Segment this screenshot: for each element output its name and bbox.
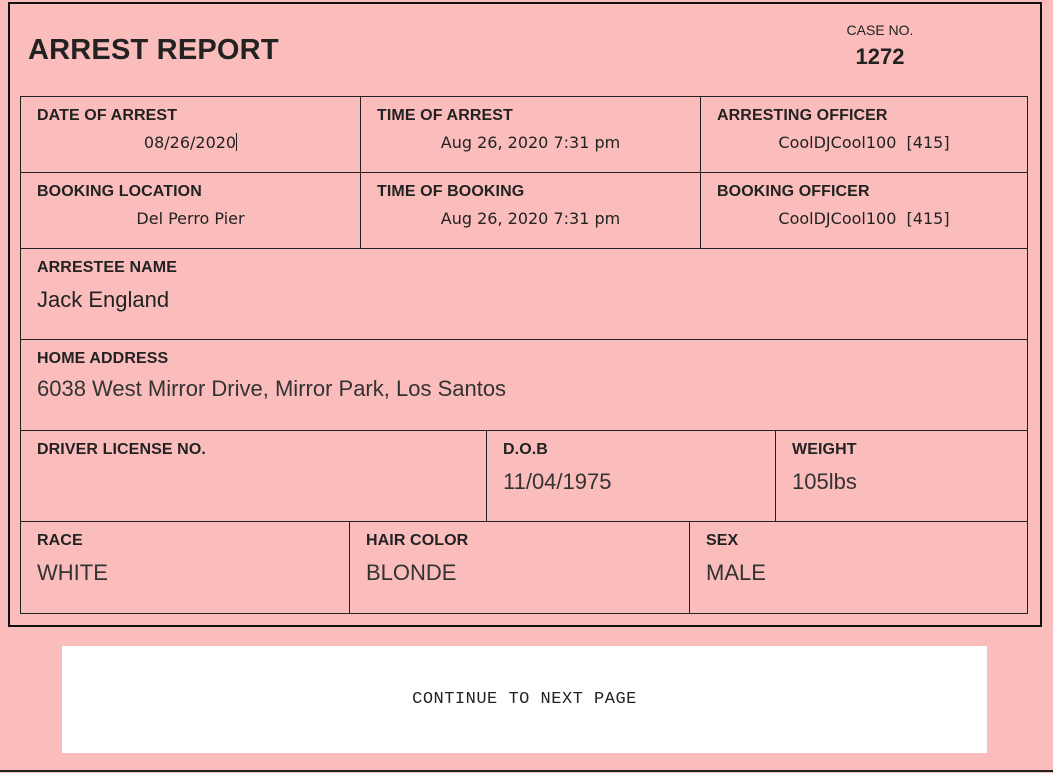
- weight-cell: WEIGHT 105lbs: [776, 431, 1027, 521]
- race-field[interactable]: WHITE: [37, 560, 333, 586]
- sex-label: SEX: [706, 532, 739, 549]
- home-address-label: HOME ADDRESS: [37, 350, 169, 367]
- date-of-arrest-field[interactable]: 08/26/2020: [37, 133, 344, 152]
- home-address-cell: HOME ADDRESS 6038 West Mirror Drive, Mir…: [21, 340, 1027, 430]
- case-number-label: CASE NO.: [846, 22, 914, 38]
- date-of-arrest-value: 08/26/2020: [143, 133, 237, 152]
- arrestee-name-cell: ARRESTEE NAME Jack England: [21, 249, 1027, 339]
- weight-label: WEIGHT: [792, 441, 857, 458]
- booking-location-field[interactable]: Del Perro Pier: [37, 209, 344, 228]
- arrestee-name-field[interactable]: Jack England: [37, 287, 1011, 313]
- case-number-block: CASE NO. 1272: [840, 22, 920, 70]
- time-of-booking-cell: TIME OF BOOKING Aug 26, 2020 7:31 pm: [361, 173, 701, 248]
- time-of-booking-field[interactable]: Aug 26, 2020 7:31 pm: [377, 209, 684, 228]
- hair-color-cell: HAIR COLOR BLONDE: [350, 522, 690, 613]
- dob-field[interactable]: 11/04/1975: [503, 469, 759, 495]
- hair-color-field[interactable]: BLONDE: [366, 560, 673, 586]
- sex-cell: SEX MALE: [690, 522, 1027, 613]
- home-address-row: HOME ADDRESS 6038 West Mirror Drive, Mir…: [20, 339, 1028, 431]
- dob-cell: D.O.B 11/04/1975: [487, 431, 776, 521]
- arrest-info-row: DATE OF ARREST 08/26/2020 TIME OF ARREST…: [20, 96, 1028, 173]
- booking-officer-label: BOOKING OFFICER: [717, 183, 870, 200]
- page-bottom-divider: [0, 770, 1053, 772]
- sex-field[interactable]: MALE: [706, 560, 1011, 586]
- booking-location-cell: BOOKING LOCATION Del Perro Pier: [21, 173, 361, 248]
- arresting-officer-label: ARRESTING OFFICER: [717, 107, 888, 124]
- text-caret: [236, 133, 238, 151]
- arrestee-name-label: ARRESTEE NAME: [37, 259, 177, 276]
- arresting-officer-cell: ARRESTING OFFICER CoolDJCool100 [415]: [701, 97, 1027, 172]
- arrestee-name-row: ARRESTEE NAME Jack England: [20, 248, 1028, 340]
- booking-officer-field[interactable]: CoolDJCool100 [415]: [717, 209, 1011, 228]
- race-cell: RACE WHITE: [21, 522, 350, 613]
- case-number-value: 1272: [855, 44, 905, 69]
- dob-label: D.O.B: [503, 441, 548, 458]
- booking-location-label: BOOKING LOCATION: [37, 183, 202, 200]
- time-of-arrest-label: TIME OF ARREST: [377, 107, 513, 124]
- identity-row: DRIVER LICENSE NO. D.O.B 11/04/1975 WEIG…: [20, 430, 1028, 522]
- weight-field[interactable]: 105lbs: [792, 469, 1011, 495]
- driver-license-label: DRIVER LICENSE NO.: [37, 441, 206, 458]
- hair-color-label: HAIR COLOR: [366, 532, 469, 549]
- time-of-arrest-field[interactable]: Aug 26, 2020 7:31 pm: [377, 133, 684, 152]
- date-of-arrest-cell: DATE OF ARREST 08/26/2020: [21, 97, 361, 172]
- arresting-officer-field[interactable]: CoolDJCool100 [415]: [717, 133, 1011, 152]
- booking-info-row: BOOKING LOCATION Del Perro Pier TIME OF …: [20, 172, 1028, 249]
- report-title: ARREST REPORT: [28, 34, 279, 66]
- arrest-report-form: ARREST REPORT CASE NO. 1272 DATE OF ARRE…: [8, 2, 1042, 627]
- time-of-booking-label: TIME OF BOOKING: [377, 183, 525, 200]
- driver-license-cell: DRIVER LICENSE NO.: [21, 431, 487, 521]
- race-label: RACE: [37, 532, 83, 549]
- time-of-arrest-cell: TIME OF ARREST Aug 26, 2020 7:31 pm: [361, 97, 701, 172]
- continue-to-next-page-button[interactable]: CONTINUE TO NEXT PAGE: [62, 646, 987, 753]
- booking-officer-cell: BOOKING OFFICER CoolDJCool100 [415]: [701, 173, 1027, 248]
- date-of-arrest-label: DATE OF ARREST: [37, 107, 178, 124]
- appearance-row: RACE WHITE HAIR COLOR BLONDE SEX MALE: [20, 521, 1028, 614]
- home-address-field[interactable]: 6038 West Mirror Drive, Mirror Park, Los…: [37, 376, 1011, 402]
